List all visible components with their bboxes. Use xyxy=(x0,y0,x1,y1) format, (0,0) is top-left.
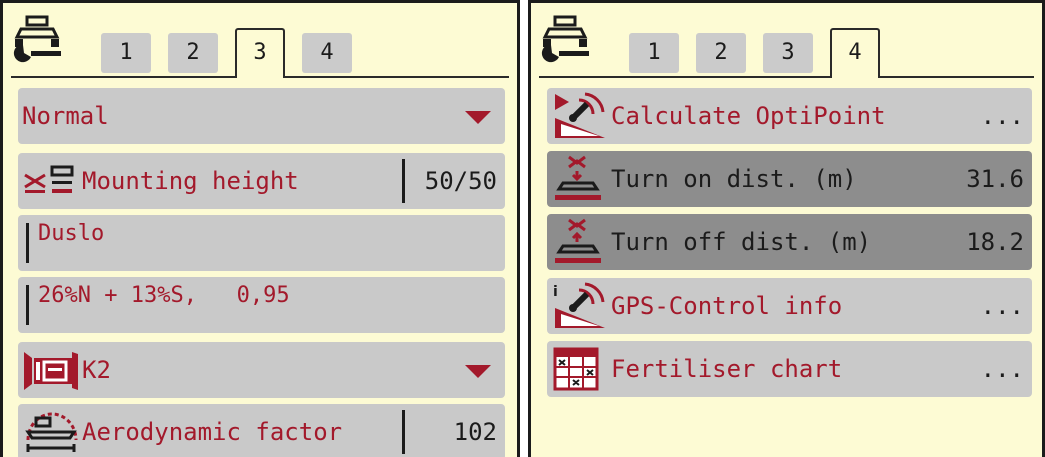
calculate-optipoint-button[interactable]: Calculate OptiPoint ... xyxy=(547,88,1032,144)
aerodynamic-factor-value: 102 xyxy=(453,418,497,446)
mode-label: Normal xyxy=(22,102,109,130)
tab-bar: 1 2 3 4 xyxy=(531,3,1042,81)
turn-off-distance-icon xyxy=(555,218,601,263)
spreader-settings-icon xyxy=(541,15,589,63)
mounting-height-icon xyxy=(24,165,74,193)
aerodynamic-factor-row[interactable]: Aerodynamic factor 102 xyxy=(18,404,505,457)
mounting-height-row[interactable]: Mounting height 50/50 xyxy=(18,153,505,209)
gps-control-info-label: GPS-Control info xyxy=(611,292,843,320)
value-divider xyxy=(402,410,405,454)
gps-info-icon: i xyxy=(553,282,605,328)
gps-control-info-button[interactable]: i GPS-Control info ... xyxy=(547,278,1032,334)
tab-1[interactable]: 1 xyxy=(101,33,151,73)
calculate-optipoint-label: Calculate OptiPoint xyxy=(611,102,886,130)
tab-baseline xyxy=(539,76,1034,78)
value-divider xyxy=(402,159,405,203)
fertiliser-name-field[interactable]: Duslo xyxy=(18,215,505,271)
fertiliser-chart-button[interactable]: Fertiliser chart ... xyxy=(547,341,1032,397)
fertiliser-name-label: Duslo xyxy=(38,221,105,246)
mode-select[interactable]: Normal xyxy=(18,88,505,144)
turn-off-dist-label: Turn off dist. (m) xyxy=(611,228,872,256)
tab-4[interactable]: 4 xyxy=(830,28,880,78)
calculate-optipoint-value: ... xyxy=(980,102,1024,130)
tab-3[interactable]: 3 xyxy=(235,28,285,78)
turn-on-dist-row[interactable]: Turn on dist. (m) 31.6 xyxy=(547,151,1032,207)
tab-2[interactable]: 2 xyxy=(168,33,218,73)
turn-on-dist-label: Turn on dist. (m) xyxy=(611,165,857,193)
spreading-disc-icon xyxy=(24,352,78,390)
tab-1[interactable]: 1 xyxy=(629,33,679,73)
aerodynamic-factor-label: Aerodynamic factor xyxy=(82,418,343,446)
dropdown-arrow-icon xyxy=(465,365,491,378)
turn-off-dist-row[interactable]: Turn off dist. (m) 18.2 xyxy=(547,214,1032,270)
mounting-height-label: Mounting height xyxy=(82,167,299,195)
disc-type-select[interactable]: K2 xyxy=(18,342,505,398)
svg-text:i: i xyxy=(553,284,558,300)
text-cursor xyxy=(26,285,29,325)
turn-off-dist-value: 18.2 xyxy=(966,228,1024,256)
aerodynamic-factor-icon xyxy=(25,412,78,452)
fertiliser-chart-icon xyxy=(553,347,599,391)
dropdown-arrow-icon xyxy=(465,111,491,124)
fertiliser-chart-value: ... xyxy=(980,355,1024,383)
settings-panel-left: 1 2 3 4 Normal Mounting height 50/50 Dus… xyxy=(0,0,520,457)
turn-on-dist-value: 31.6 xyxy=(966,165,1024,193)
tab-2[interactable]: 2 xyxy=(696,33,746,73)
tab-4[interactable]: 4 xyxy=(302,33,352,73)
turn-on-distance-icon xyxy=(555,155,601,200)
spreader-settings-icon xyxy=(13,15,61,63)
fertiliser-chart-label: Fertiliser chart xyxy=(611,355,843,383)
disc-type-label: K2 xyxy=(82,356,111,384)
fertiliser-composition-field[interactable]: 26%N + 13%S, 0,95 xyxy=(18,277,505,333)
gps-control-info-value: ... xyxy=(980,292,1024,320)
text-cursor xyxy=(26,223,29,263)
tab-3[interactable]: 3 xyxy=(763,33,813,73)
mounting-height-value: 50/50 xyxy=(424,167,497,195)
tab-bar: 1 2 3 4 xyxy=(3,3,517,81)
settings-panel-right: 1 2 3 4 Calculate OptiPoint ... Turn on … xyxy=(528,0,1045,457)
fertiliser-composition-label: 26%N + 13%S, 0,95 xyxy=(38,283,290,308)
optipoint-calculate-icon xyxy=(555,92,605,138)
